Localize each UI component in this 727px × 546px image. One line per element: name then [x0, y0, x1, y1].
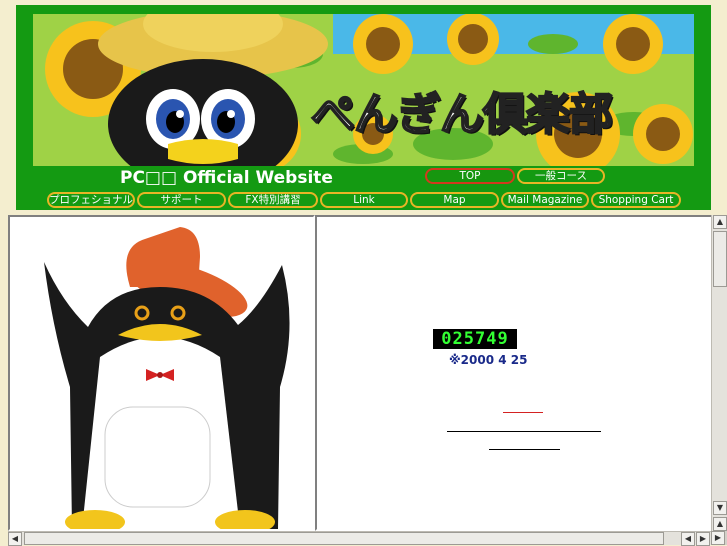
nav-support[interactable]: サポート — [137, 192, 226, 208]
scroll-down-button[interactable]: ▼ — [713, 501, 727, 515]
right-frame: 025749 ※2000 4 25 — [315, 215, 727, 531]
nav-map[interactable]: Map — [410, 192, 499, 208]
horizontal-scroll-thumb[interactable] — [24, 532, 664, 545]
red-divider-line — [503, 412, 543, 413]
divider-line — [447, 431, 601, 432]
scroll-left-button[interactable]: ◀ — [8, 532, 22, 546]
header-banner: ぺんぎん倶楽部 — [33, 14, 694, 166]
access-counter: 025749 — [433, 329, 517, 349]
banner-title: ぺんぎん倶楽部 — [310, 88, 614, 141]
scroll-corner-button[interactable]: ▶ — [711, 531, 725, 545]
nav-mail-magazine[interactable]: Mail Magazine — [501, 192, 589, 208]
scroll-up-button-lower[interactable]: ▲ — [713, 517, 727, 531]
scroll-left-button-right[interactable]: ◀ — [681, 532, 695, 546]
short-divider-line — [489, 449, 560, 450]
counter-start-date: ※2000 4 25 — [449, 353, 528, 367]
nav-link[interactable]: Link — [320, 192, 408, 208]
left-frame — [8, 215, 315, 531]
nav-professional[interactable]: プロフェショナル — [47, 192, 135, 208]
frameset: 025749 ※2000 4 25 — [8, 215, 727, 545]
scroll-right-button[interactable]: ▶ — [696, 532, 710, 546]
vertical-scrollbar[interactable]: ▲ ▼ ▲ — [711, 215, 727, 531]
vertical-scroll-thumb[interactable] — [713, 231, 727, 287]
horizontal-scrollbar[interactable]: ◀ ◀ ▶ — [8, 531, 711, 546]
nav-top[interactable]: TOP — [425, 168, 515, 184]
nav-general-course[interactable]: 一般コース — [517, 168, 605, 184]
scroll-up-button[interactable]: ▲ — [713, 215, 727, 229]
site-title: PC□□ Official Website — [120, 168, 333, 188]
nav-shopping-cart[interactable]: Shopping Cart — [591, 192, 681, 208]
penguin-mascot-image — [44, 227, 290, 529]
nav-fx-special[interactable]: FX特別講習 — [228, 192, 318, 208]
